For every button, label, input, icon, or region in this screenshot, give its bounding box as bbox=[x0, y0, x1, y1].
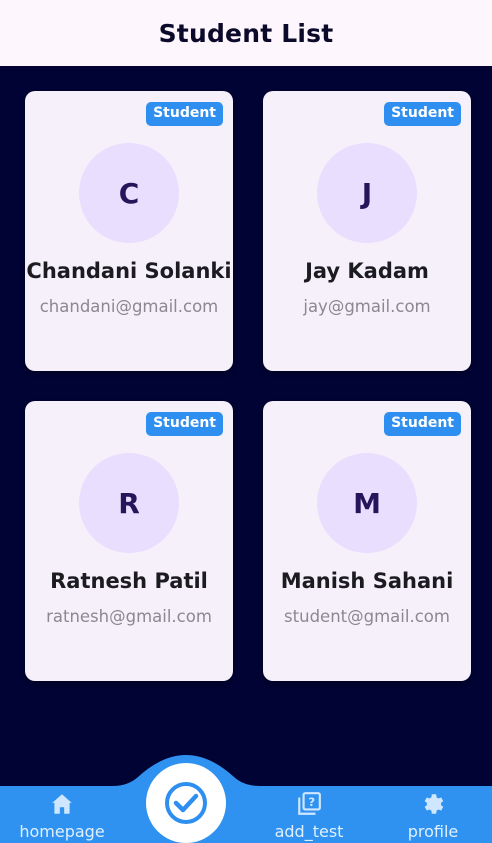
app-bar: Student List bbox=[0, 0, 492, 66]
student-name: Jay Kadam bbox=[305, 259, 429, 283]
avatar: M bbox=[317, 453, 417, 553]
student-name: Ratnesh Patil bbox=[50, 569, 208, 593]
student-card[interactable]: Student M Manish Sahani student@gmail.co… bbox=[263, 401, 471, 681]
avatar-initial: R bbox=[118, 486, 140, 520]
quiz-icon: ? bbox=[298, 792, 321, 815]
role-badge: Student bbox=[146, 412, 223, 436]
student-card[interactable]: Student R Ratnesh Patil ratnesh@gmail.co… bbox=[25, 401, 233, 681]
avatar-initial: C bbox=[118, 176, 140, 210]
nav-label: homepage bbox=[19, 822, 105, 841]
student-name: Manish Sahani bbox=[280, 569, 454, 593]
student-grid: Student C Chandani Solanki chandani@gmai… bbox=[25, 91, 471, 681]
nav-label: add_test bbox=[274, 822, 344, 841]
check-button[interactable] bbox=[146, 763, 226, 843]
role-badge: Student bbox=[384, 102, 461, 126]
avatar: C bbox=[79, 143, 179, 243]
role-badge: Student bbox=[384, 412, 461, 436]
gear-icon bbox=[424, 794, 444, 814]
nav-add-test[interactable]: ? add_test bbox=[270, 786, 348, 841]
student-email: student@gmail.com bbox=[284, 607, 450, 626]
svg-text:?: ? bbox=[308, 795, 315, 809]
avatar: J bbox=[317, 143, 417, 243]
student-email: chandani@gmail.com bbox=[39, 297, 219, 316]
student-card[interactable]: Student J Jay Kadam jay@gmail.com bbox=[263, 91, 471, 371]
page-title: Student List bbox=[158, 18, 334, 48]
student-name: Chandani Solanki bbox=[26, 259, 232, 283]
student-card[interactable]: Student C Chandani Solanki chandani@gmai… bbox=[25, 91, 233, 371]
home-icon bbox=[52, 794, 72, 814]
role-badge: Student bbox=[146, 102, 223, 126]
check-circle-icon bbox=[165, 782, 207, 824]
nav-homepage[interactable]: homepage bbox=[19, 786, 105, 841]
nav-profile[interactable]: profile bbox=[398, 786, 468, 841]
avatar-initial: M bbox=[353, 486, 381, 520]
avatar-initial: J bbox=[361, 176, 373, 210]
student-email: ratnesh@gmail.com bbox=[46, 607, 212, 626]
student-email: jay@gmail.com bbox=[303, 297, 431, 316]
avatar: R bbox=[79, 453, 179, 553]
nav-label: profile bbox=[407, 822, 459, 841]
